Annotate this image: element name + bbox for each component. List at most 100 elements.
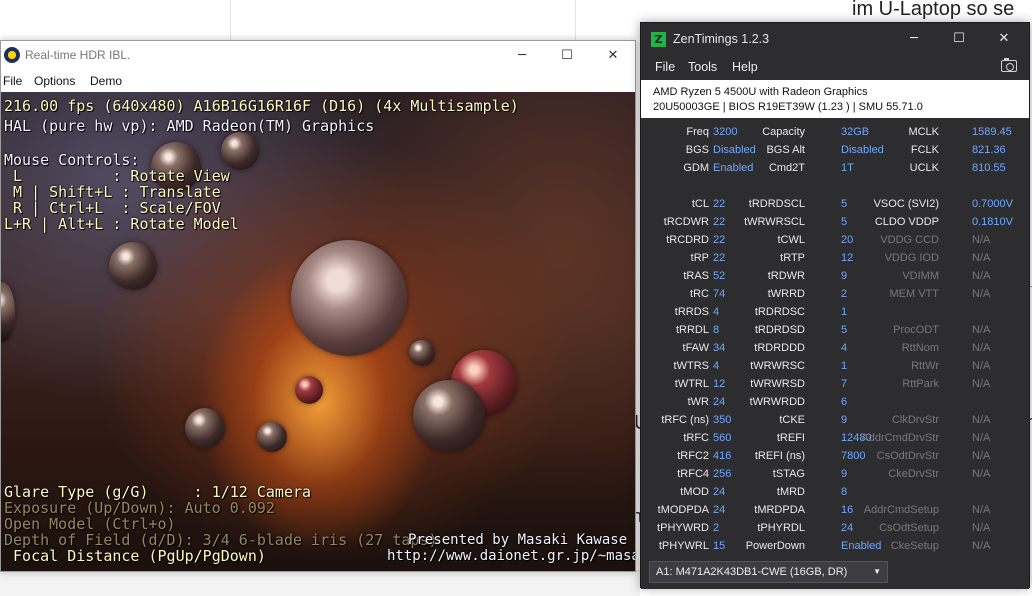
exposure-readout: Exposure (Up/Down): Auto 0.092 [4, 499, 275, 517]
col1-value: 34 [713, 342, 726, 354]
zen-titlebar[interactable]: Z ZenTimings 1.2.3 ─ ☐ ✕ [641, 23, 1029, 55]
col3-value: 0.1810V [972, 216, 1013, 228]
hdr-titlebar[interactable]: Real-time HDR IBL. ─ ☐ ✕ [1, 41, 635, 71]
col3-value: N/A [972, 360, 991, 372]
window-title: ZenTimings 1.2.3 [673, 32, 770, 46]
open-model-hint: Open Model (Ctrl+o) [4, 515, 176, 533]
close-button[interactable]: ✕ [590, 41, 635, 71]
col2-value: 32GB [841, 126, 870, 138]
col2-value: 5 [841, 324, 848, 336]
col3-label: CkeDrvStr [888, 468, 939, 480]
chevron-down-icon: ▼ [873, 567, 881, 576]
col2-label: tRDRDSC [754, 306, 805, 318]
col3-label: AddrCmdSetup [863, 504, 939, 516]
col1-label: Freq [686, 126, 709, 138]
col2-value: 7 [841, 378, 848, 390]
window-title: Real-time HDR IBL. [25, 48, 131, 62]
minimize-button[interactable]: ─ [891, 23, 937, 55]
device-readout: HAL (pure hw vp): AMD Radeon(TM) Graphic… [4, 117, 375, 135]
col3-value: N/A [972, 504, 991, 516]
hdr-ibl-window: Real-time HDR IBL. ─ ☐ ✕ File Options De… [0, 40, 636, 572]
col3-value: N/A [972, 414, 991, 426]
col2-label: tWRWRDD [749, 396, 805, 408]
col3-value: N/A [972, 234, 991, 246]
col3-value: N/A [972, 540, 991, 552]
col2-value: 1 [841, 360, 848, 372]
sphere [291, 240, 407, 356]
focal-distance-hint: Focal Distance (PgUp/PgDown) [4, 547, 266, 565]
col2-label: tREFI (ns) [754, 450, 805, 462]
col1-label: tRFC4 [677, 468, 709, 480]
bg-divider [575, 0, 576, 40]
col3-label: VDDG CCD [880, 234, 939, 246]
hdr-menubar: File Options Demo [1, 71, 635, 91]
col2-label: tRDRDSD [754, 324, 805, 336]
col1-value: 74 [713, 288, 726, 300]
col2-label: tRTP [780, 252, 805, 264]
col1-value: 24 [713, 504, 726, 516]
sphere [409, 340, 435, 366]
col1-label: BGS [685, 144, 709, 156]
col2-value: 9 [841, 270, 848, 282]
app-icon [4, 47, 20, 63]
col2-value: 5 [841, 216, 848, 228]
bios-info: 20U50003GE | BIOS R19ET39W (1.23 ) | SMU… [653, 101, 923, 113]
col3-label: CsOdtDrvStr [876, 450, 939, 462]
maximize-button[interactable]: ☐ [544, 41, 590, 71]
col3-value: 810.55 [972, 162, 1006, 174]
col1-label: tRCDRD [666, 234, 709, 246]
col2-label: Capacity [762, 126, 805, 138]
col2-value: Enabled [841, 540, 882, 552]
bg-footer [0, 570, 640, 596]
col3-value: 821.36 [972, 144, 1006, 156]
col1-label: tWTRS [673, 360, 709, 372]
col1-label: tRFC [683, 432, 709, 444]
sphere [109, 242, 157, 290]
col1-value: 416 [713, 450, 732, 462]
menu-file[interactable]: File [3, 74, 22, 88]
col3-label: FCLK [910, 144, 939, 156]
col3-value: N/A [972, 252, 991, 264]
col2-label: tMRDPDA [754, 504, 805, 516]
col3-value: N/A [972, 432, 991, 444]
col3-label: ClkDrvStr [891, 414, 939, 426]
col2-label: tCWL [777, 234, 806, 246]
menu-help[interactable]: Help [732, 60, 758, 74]
menu-options[interactable]: Options [34, 74, 75, 88]
menu-demo[interactable]: Demo [90, 74, 122, 88]
col1-label: tMODPDA [657, 504, 709, 516]
close-button[interactable]: ✕ [981, 23, 1027, 55]
minimize-button[interactable]: ─ [499, 41, 545, 71]
sphere [413, 380, 485, 452]
col1-value: 24 [713, 396, 726, 408]
col3-label: ProcODT [893, 324, 939, 336]
col1-value: 256 [713, 468, 732, 480]
col2-label: tSTAG [772, 468, 805, 480]
col2-value: 12 [841, 252, 854, 264]
col1-label: tRRDS [674, 306, 709, 318]
render-viewport[interactable]: 216.00 fps (640x480) A16B16G16R16F (D16)… [1, 92, 635, 571]
col2-label: tRDWR [767, 270, 805, 282]
dimm-select[interactable]: A1: M471A2K43DB1-CWE (16GB, DR) ▼ [649, 561, 888, 583]
maximize-button[interactable]: ☐ [936, 23, 982, 55]
credit-url: http://www.daionet.gr.jp/~masa [387, 548, 635, 564]
col1-label: tWTRL [674, 378, 709, 390]
col1-value: 22 [713, 252, 726, 264]
col1-value: 3200 [713, 126, 738, 138]
col3-value: N/A [972, 450, 991, 462]
col1-value: 22 [713, 216, 726, 228]
col2-label: tWRRD [767, 288, 805, 300]
menu-tools[interactable]: Tools [688, 60, 717, 74]
col1-value: 12 [713, 378, 726, 390]
col2-label: tPHYRDL [757, 522, 805, 534]
depth-of-field-readout: Depth of Field (d/D): 3/4 6-blade iris (… [4, 531, 438, 549]
col3-label: AddrCmdDrvStr [861, 432, 939, 444]
menu-file[interactable]: File [655, 60, 675, 74]
col3-value: N/A [972, 468, 991, 480]
system-info: AMD Ryzen 5 4500U with Radeon Graphics 2… [641, 80, 1029, 118]
zentimings-window: Z ZenTimings 1.2.3 ─ ☐ ✕ File Tools Help… [640, 22, 1030, 589]
col2-value: 16 [841, 504, 854, 516]
screenshot-camera-icon[interactable] [1001, 58, 1017, 72]
col1-value: 350 [713, 414, 732, 426]
col1-value: 52 [713, 270, 726, 282]
